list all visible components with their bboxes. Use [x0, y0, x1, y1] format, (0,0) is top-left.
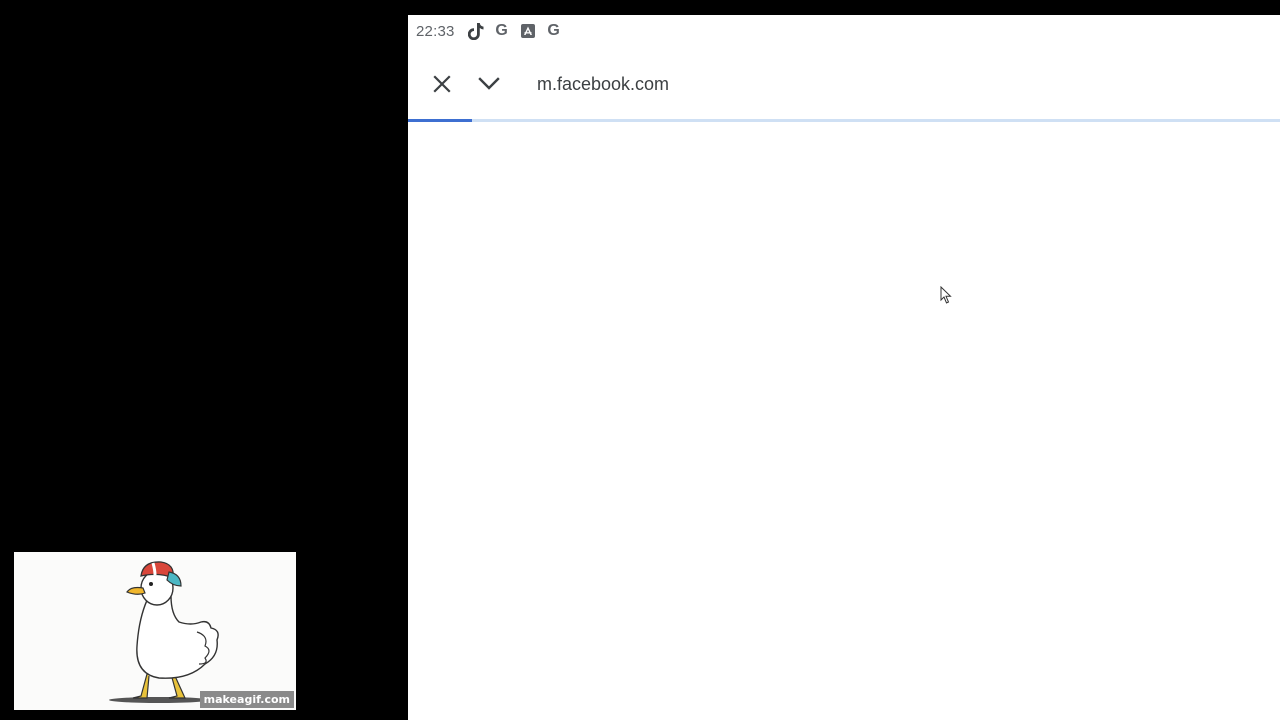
status-bar: 22:33 G G: [408, 15, 1280, 47]
mouse-cursor-icon: [940, 286, 952, 304]
web-content[interactable]: [408, 122, 1280, 720]
watermark: makeagif.com: [199, 691, 294, 708]
google-icon: G: [547, 22, 560, 39]
duck-illustration: [109, 561, 219, 703]
phone-screen: 22:33 G G m.facebook.com: [408, 15, 1280, 720]
status-time: 22:33: [416, 22, 455, 40]
google-icon: G: [495, 22, 508, 39]
close-button[interactable]: [420, 62, 464, 106]
custom-tab-toolbar: m.facebook.com: [408, 47, 1280, 121]
close-icon: [433, 75, 451, 93]
url-text[interactable]: m.facebook.com: [537, 74, 669, 95]
screen: 22:33 G G m.facebook.com makeagif.com: [0, 0, 1280, 720]
gif-overlay: makeagif.com: [14, 552, 296, 710]
app-store-icon: [519, 22, 537, 40]
dropdown-button[interactable]: [467, 62, 511, 106]
chevron-down-icon: [478, 77, 500, 90]
tiktok-icon: [467, 22, 485, 40]
